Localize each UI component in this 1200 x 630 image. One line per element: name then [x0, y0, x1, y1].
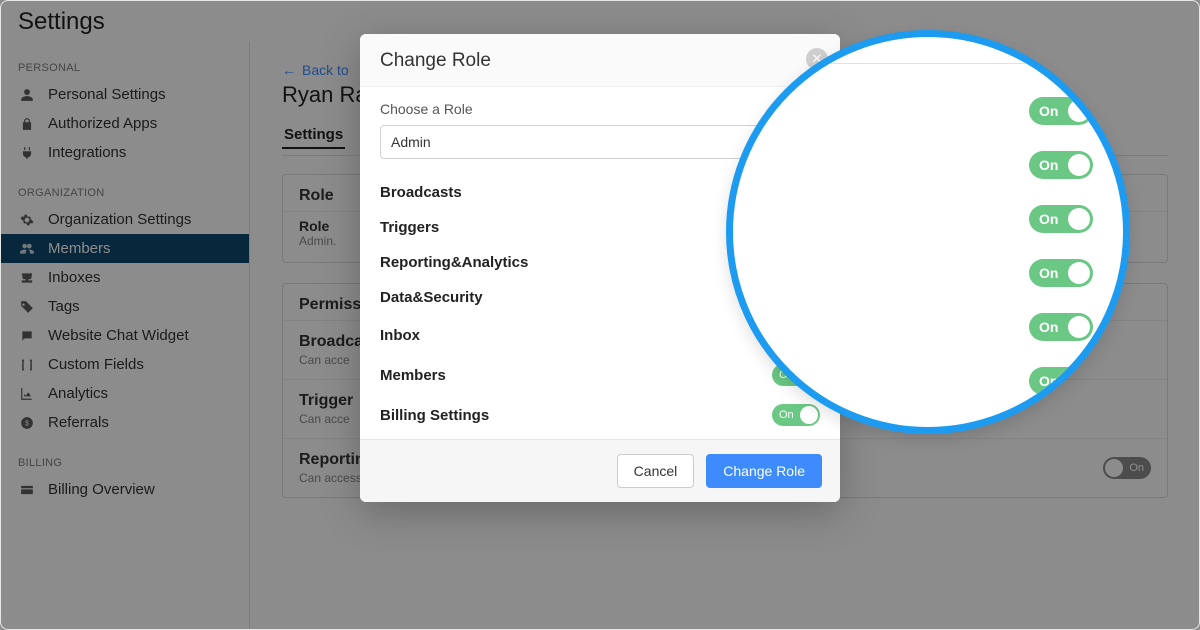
- magnifier-toggle-row: On: [763, 300, 1093, 354]
- modal-permission-row: MembersOn: [380, 355, 820, 395]
- role-field-label: Choose a Role: [380, 101, 820, 117]
- confirm-change-role-button[interactable]: Change Role: [706, 454, 822, 488]
- magnifier-toggle[interactable]: On: [1029, 97, 1093, 125]
- cancel-button[interactable]: Cancel: [617, 454, 695, 488]
- magnifier-toggle[interactable]: On: [1029, 259, 1093, 287]
- modal-title: Change Role ✕: [360, 34, 840, 87]
- magnifier-toggle-row: On: [763, 138, 1093, 192]
- magnifier-toggle-row: On: [763, 192, 1093, 246]
- magnifier-toggle[interactable]: On: [1029, 313, 1093, 341]
- magnifier-toggle[interactable]: On: [1029, 205, 1093, 233]
- magnifier-toggle-row: On: [763, 246, 1093, 300]
- magnifier-toggle-row: On: [763, 84, 1093, 138]
- modal-permission-name: Reporting&Analytics: [380, 254, 528, 271]
- modal-permission-row: Billing Settings On: [380, 395, 820, 435]
- modal-permission-name: Broadcasts: [380, 184, 462, 201]
- modal-permission-name: Triggers: [380, 219, 439, 236]
- modal-permission-name: Data&Security: [380, 289, 483, 306]
- modal-permission-name: Inbox: [380, 327, 420, 344]
- modal-permission-name: Members: [380, 367, 446, 384]
- magnifier-toggle[interactable]: On: [1029, 151, 1093, 179]
- modal-permission-name: Billing Settings: [380, 407, 489, 424]
- magnifier-detail: OnOnOnOnOnOnOnOn: [726, 30, 1130, 434]
- modal-permission-toggle[interactable]: On: [772, 404, 820, 426]
- magnifier-toggle[interactable]: On: [1029, 367, 1093, 395]
